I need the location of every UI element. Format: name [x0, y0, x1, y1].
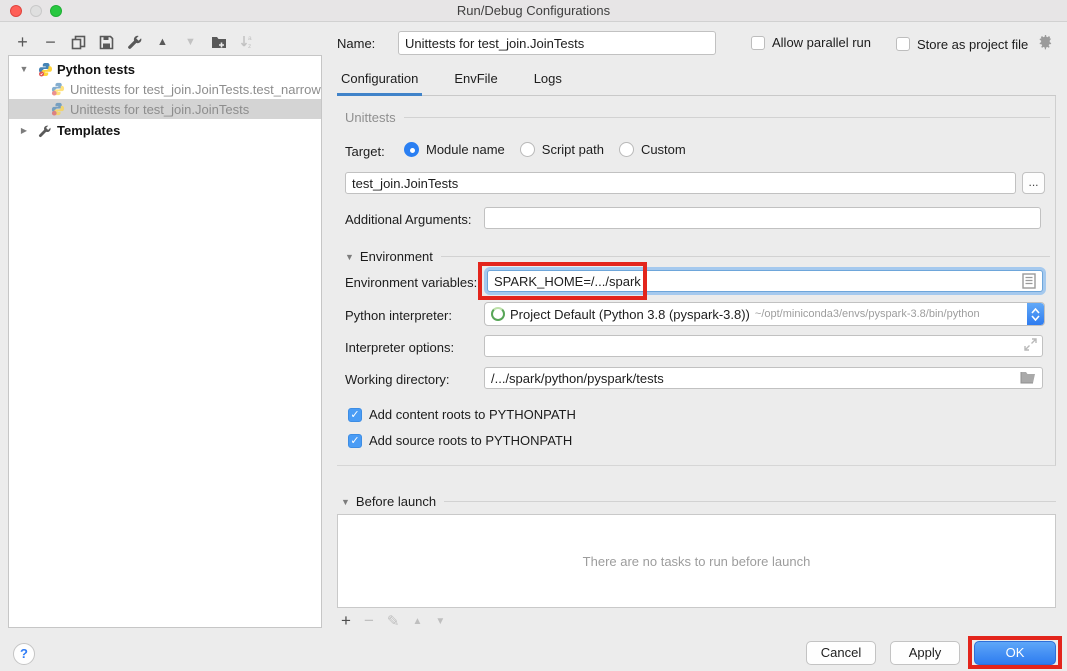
- store-settings-gear-icon[interactable]: [1038, 35, 1053, 53]
- tree-item-label: Python tests: [57, 62, 135, 77]
- tree-item-unittests-test-narrow[interactable]: Unittests for test_join.JoinTests.test_n…: [9, 79, 321, 99]
- edit-templates-icon[interactable]: [126, 34, 143, 51]
- configurations-tree: ▼ Python tests Unittests for test_join.J…: [8, 55, 322, 628]
- new-folder-icon[interactable]: [210, 34, 227, 51]
- python-interpreter-path: ~/opt/miniconda3/envs/pyspark-3.8/bin/py…: [755, 308, 980, 320]
- add-source-roots-label: Add source roots to PYTHONPATH: [369, 433, 572, 448]
- browse-target-button[interactable]: ...: [1022, 172, 1045, 194]
- collapse-arrow-icon[interactable]: ▼: [18, 64, 30, 74]
- tree-item-unittests-jointests-selected[interactable]: Unittests for test_join.JoinTests: [9, 99, 321, 119]
- python-interpreter-select[interactable]: Project Default (Python 3.8 (pyspark-3.8…: [484, 302, 1045, 326]
- templates-icon: [38, 124, 53, 139]
- before-launch-tasks-panel: There are no tasks to run before launch: [337, 514, 1056, 608]
- svg-text:z: z: [248, 43, 251, 50]
- radio-script-path[interactable]: [520, 142, 535, 157]
- group-divider: [441, 256, 1050, 257]
- radio-custom-label: Custom: [641, 142, 686, 157]
- configurations-toolbar: + − ▲ ▼ az: [14, 31, 255, 53]
- additional-arguments-label: Additional Arguments:: [345, 212, 471, 227]
- before-launch-toolbar: + − ✎ ▲ ▼: [341, 611, 445, 631]
- unittests-group-header: Unittests: [345, 110, 1050, 125]
- interpreter-options-label: Interpreter options:: [345, 340, 454, 355]
- name-input[interactable]: [398, 31, 716, 55]
- cancel-button[interactable]: Cancel: [806, 641, 876, 665]
- environment-variables-input[interactable]: [487, 270, 1043, 292]
- tree-item-python-tests[interactable]: ▼ Python tests: [9, 59, 321, 79]
- python-interpreter-value: Project Default (Python 3.8 (pyspark-3.8…: [510, 307, 750, 322]
- edit-task-icon[interactable]: ✎: [387, 612, 400, 630]
- move-up-icon[interactable]: ▲: [154, 34, 171, 51]
- allow-parallel-run-checkbox[interactable]: [751, 36, 765, 50]
- unittest-config-icon: [51, 102, 66, 117]
- expand-field-icon[interactable]: [1024, 338, 1037, 354]
- copy-configuration-icon[interactable]: [70, 34, 87, 51]
- add-configuration-icon[interactable]: +: [14, 34, 31, 51]
- collapse-section-icon[interactable]: ▼: [345, 252, 354, 262]
- radio-module-name[interactable]: [404, 142, 419, 157]
- add-content-roots-checkbox[interactable]: ✓: [348, 408, 362, 422]
- tab-envfile[interactable]: EnvFile: [450, 71, 501, 95]
- save-configuration-icon[interactable]: [98, 34, 115, 51]
- working-directory-input[interactable]: [484, 367, 1043, 389]
- tree-item-label: Templates: [57, 123, 120, 138]
- remove-configuration-icon[interactable]: −: [42, 34, 59, 51]
- help-button[interactable]: ?: [13, 643, 35, 665]
- settings-tabbar: Configuration EnvFile Logs: [337, 68, 1056, 96]
- move-task-up-icon[interactable]: ▲: [412, 616, 422, 627]
- group-divider: [404, 117, 1050, 118]
- add-source-roots-checkbox[interactable]: ✓: [348, 434, 362, 448]
- environment-variables-label: Environment variables:: [345, 275, 477, 290]
- unittest-config-icon: [51, 82, 66, 97]
- radio-module-name-label: Module name: [426, 142, 505, 157]
- add-task-icon[interactable]: +: [341, 611, 351, 631]
- tree-item-label: Unittests for test_join.JoinTests: [70, 102, 249, 117]
- add-content-roots-label: Add content roots to PYTHONPATH: [369, 407, 576, 422]
- tab-logs[interactable]: Logs: [530, 71, 566, 95]
- store-as-project-file-label: Store as project file: [917, 37, 1028, 52]
- window-title: Run/Debug Configurations: [0, 3, 1067, 18]
- name-label: Name:: [337, 36, 375, 51]
- browse-folder-icon[interactable]: [1020, 370, 1036, 387]
- tree-item-label: Unittests for test_join.JoinTests.test_n…: [70, 82, 321, 97]
- collapse-section-icon[interactable]: ▼: [341, 497, 350, 507]
- radio-custom[interactable]: [619, 142, 634, 157]
- additional-arguments-input[interactable]: [484, 207, 1041, 229]
- target-label: Target:: [345, 144, 385, 159]
- python-interpreter-label: Python interpreter:: [345, 308, 452, 323]
- move-down-icon[interactable]: ▼: [182, 34, 199, 51]
- python-tests-icon: [38, 62, 53, 77]
- allow-parallel-run-option[interactable]: Allow parallel run: [751, 35, 871, 50]
- apply-button[interactable]: Apply: [890, 641, 960, 665]
- unittests-group-title: Unittests: [345, 110, 396, 125]
- move-task-down-icon[interactable]: ▼: [435, 616, 445, 627]
- tree-item-templates[interactable]: ▶ Templates: [9, 120, 321, 140]
- target-radio-group: Module name Script path Custom: [404, 142, 686, 157]
- edit-environment-variables-icon[interactable]: [1022, 273, 1036, 292]
- environment-section-title: Environment: [360, 249, 433, 264]
- store-as-project-file-option[interactable]: Store as project file: [896, 35, 1053, 53]
- target-input[interactable]: [345, 172, 1016, 194]
- working-directory-label: Working directory:: [345, 372, 450, 387]
- add-content-roots-option[interactable]: ✓ Add content roots to PYTHONPATH: [348, 407, 576, 422]
- before-launch-section-title: Before launch: [356, 494, 436, 509]
- select-stepper-icon[interactable]: [1027, 303, 1044, 325]
- group-divider: [444, 501, 1056, 502]
- no-tasks-message: There are no tasks to run before launch: [583, 554, 811, 569]
- environment-section-header[interactable]: ▼ Environment: [345, 249, 1050, 264]
- remove-task-icon[interactable]: −: [364, 611, 374, 631]
- title-bar: Run/Debug Configurations: [0, 0, 1067, 22]
- sort-alphabetically-icon[interactable]: az: [238, 34, 255, 51]
- conda-environment-icon: [491, 307, 505, 321]
- before-launch-section-header[interactable]: ▼ Before launch: [341, 494, 1056, 509]
- add-source-roots-option[interactable]: ✓ Add source roots to PYTHONPATH: [348, 433, 572, 448]
- expand-arrow-icon[interactable]: ▶: [18, 126, 30, 135]
- store-as-project-file-checkbox[interactable]: [896, 37, 910, 51]
- svg-text:a: a: [248, 35, 252, 42]
- tab-configuration[interactable]: Configuration: [337, 71, 422, 95]
- interpreter-options-input[interactable]: [484, 335, 1043, 357]
- allow-parallel-run-label: Allow parallel run: [772, 35, 871, 50]
- radio-script-path-label: Script path: [542, 142, 604, 157]
- ok-button[interactable]: OK: [974, 641, 1056, 665]
